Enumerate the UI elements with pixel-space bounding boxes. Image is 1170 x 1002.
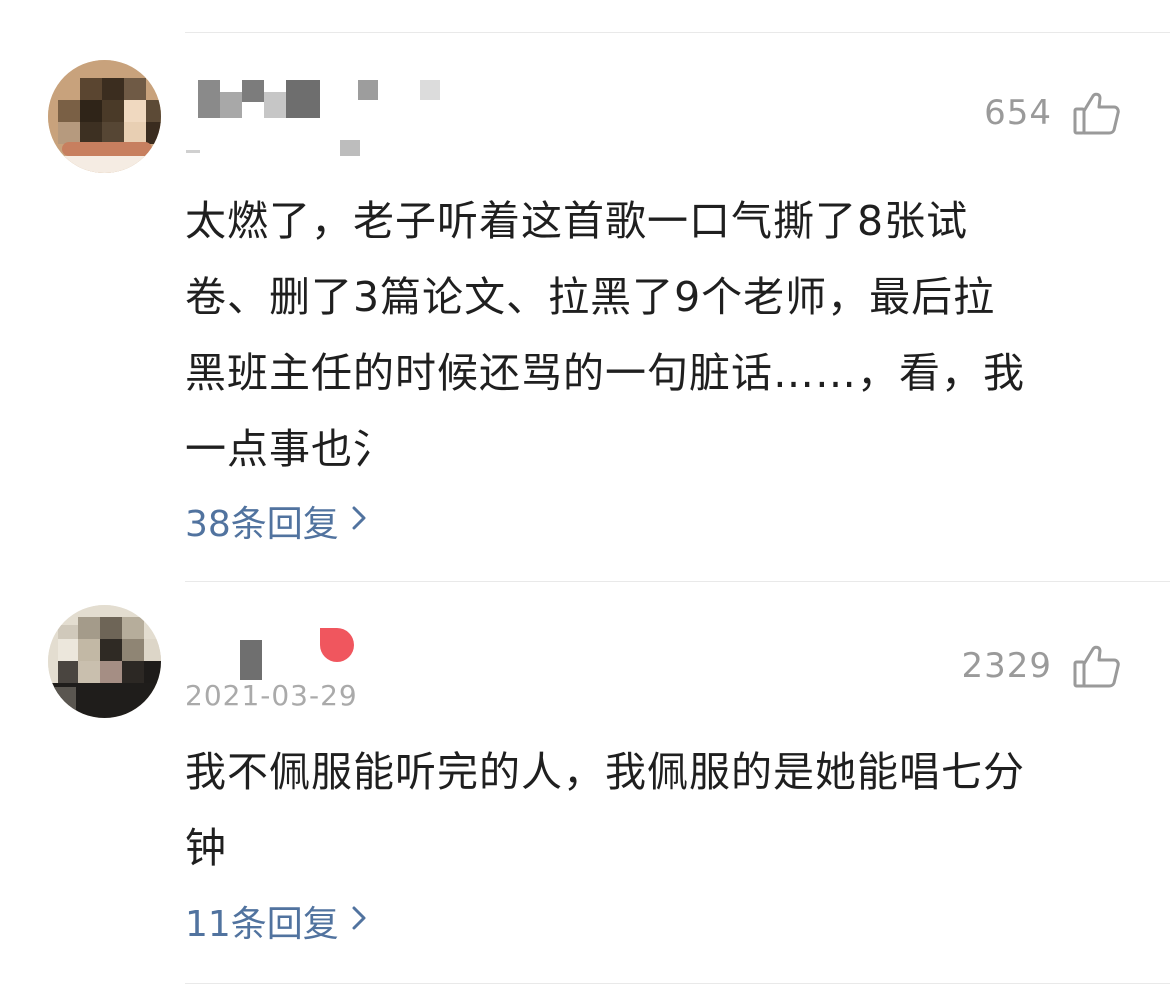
comment-line: 我不佩服能听完的人，我佩服的是她能唱七分 — [185, 748, 1025, 796]
avatar[interactable] — [48, 605, 161, 718]
chevron-right-icon — [349, 501, 369, 542]
avatar[interactable] — [48, 60, 161, 173]
like-count: 654 — [984, 93, 1052, 133]
chevron-right-icon — [349, 901, 369, 942]
top-divider — [185, 32, 1170, 33]
comment-line: 太燃了，老子听着这首歌一口气撕了8张试 — [185, 197, 969, 245]
comment-text: 太燃了，老子听着这首歌一口气撕了8张试 卷、删了3篇论文、拉黑了9个老师，最后拉… — [185, 183, 1095, 487]
comment-date: 2021-03-29 — [185, 679, 358, 712]
like-control[interactable]: 654 — [984, 88, 1122, 138]
thumbs-up-icon[interactable] — [1072, 641, 1122, 691]
comment-line: 一点事也氵 — [185, 425, 395, 473]
comment-line: 钟 — [185, 824, 227, 872]
like-count: 2329 — [961, 646, 1052, 686]
view-replies-link[interactable]: 38条回复 — [185, 495, 369, 547]
comment-divider — [185, 581, 1170, 582]
replies-label: 38条回复 — [185, 504, 339, 545]
replies-label: 11条回复 — [185, 904, 339, 945]
comment-line: 黑班主任的时候还骂的一句脏话……，看，我 — [185, 349, 1025, 397]
username-blurred[interactable] — [186, 78, 458, 158]
like-control[interactable]: 2329 — [961, 641, 1122, 691]
comment-text: 我不佩服能听完的人，我佩服的是她能唱七分 钟 — [185, 734, 1095, 886]
view-replies-link[interactable]: 11条回复 — [185, 895, 369, 947]
thumbs-up-icon[interactable] — [1072, 88, 1122, 138]
comment-line: 卷、删了3篇论文、拉黑了9个老师，最后拉 — [185, 273, 996, 321]
comment-divider — [185, 983, 1170, 984]
username-blurred[interactable] — [198, 628, 378, 682]
